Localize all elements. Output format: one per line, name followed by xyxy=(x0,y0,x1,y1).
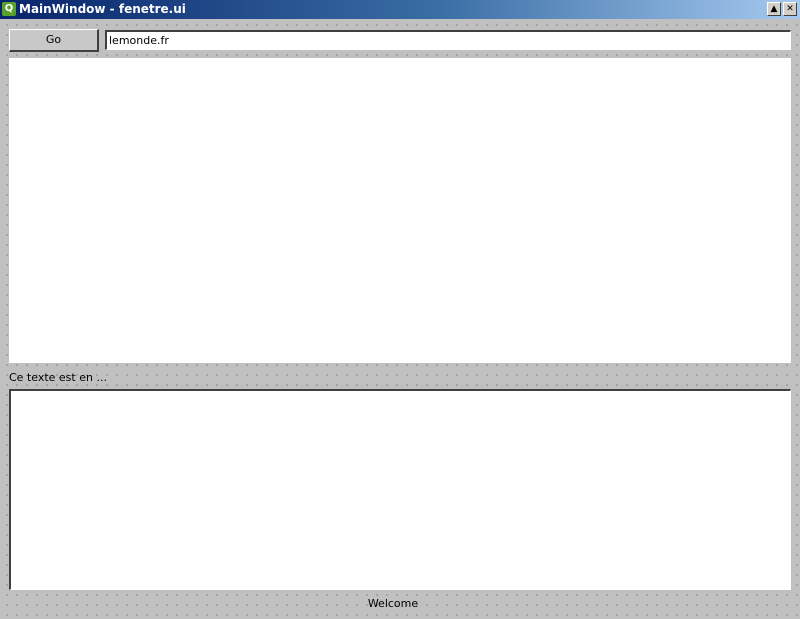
title-bar[interactable]: Q MainWindow - fenetre.ui ▲ ✕ xyxy=(0,0,800,19)
text-label: Ce texte est en ... xyxy=(9,371,107,384)
go-button[interactable]: Go xyxy=(9,29,99,52)
url-input[interactable] xyxy=(105,30,791,50)
triangle-up-icon: ▲ xyxy=(770,4,778,14)
web-view[interactable] xyxy=(9,58,791,363)
close-button[interactable]: ✕ xyxy=(783,2,797,16)
minimize-button[interactable]: ▲ xyxy=(767,2,781,16)
window-title: MainWindow - fenetre.ui xyxy=(19,2,186,16)
close-icon: ✕ xyxy=(786,4,794,14)
main-window: Q MainWindow - fenetre.ui ▲ ✕ Go Ce text… xyxy=(0,0,800,619)
text-area[interactable] xyxy=(9,389,791,590)
app-icon: Q xyxy=(2,2,16,16)
status-label: Welcome xyxy=(367,597,419,610)
